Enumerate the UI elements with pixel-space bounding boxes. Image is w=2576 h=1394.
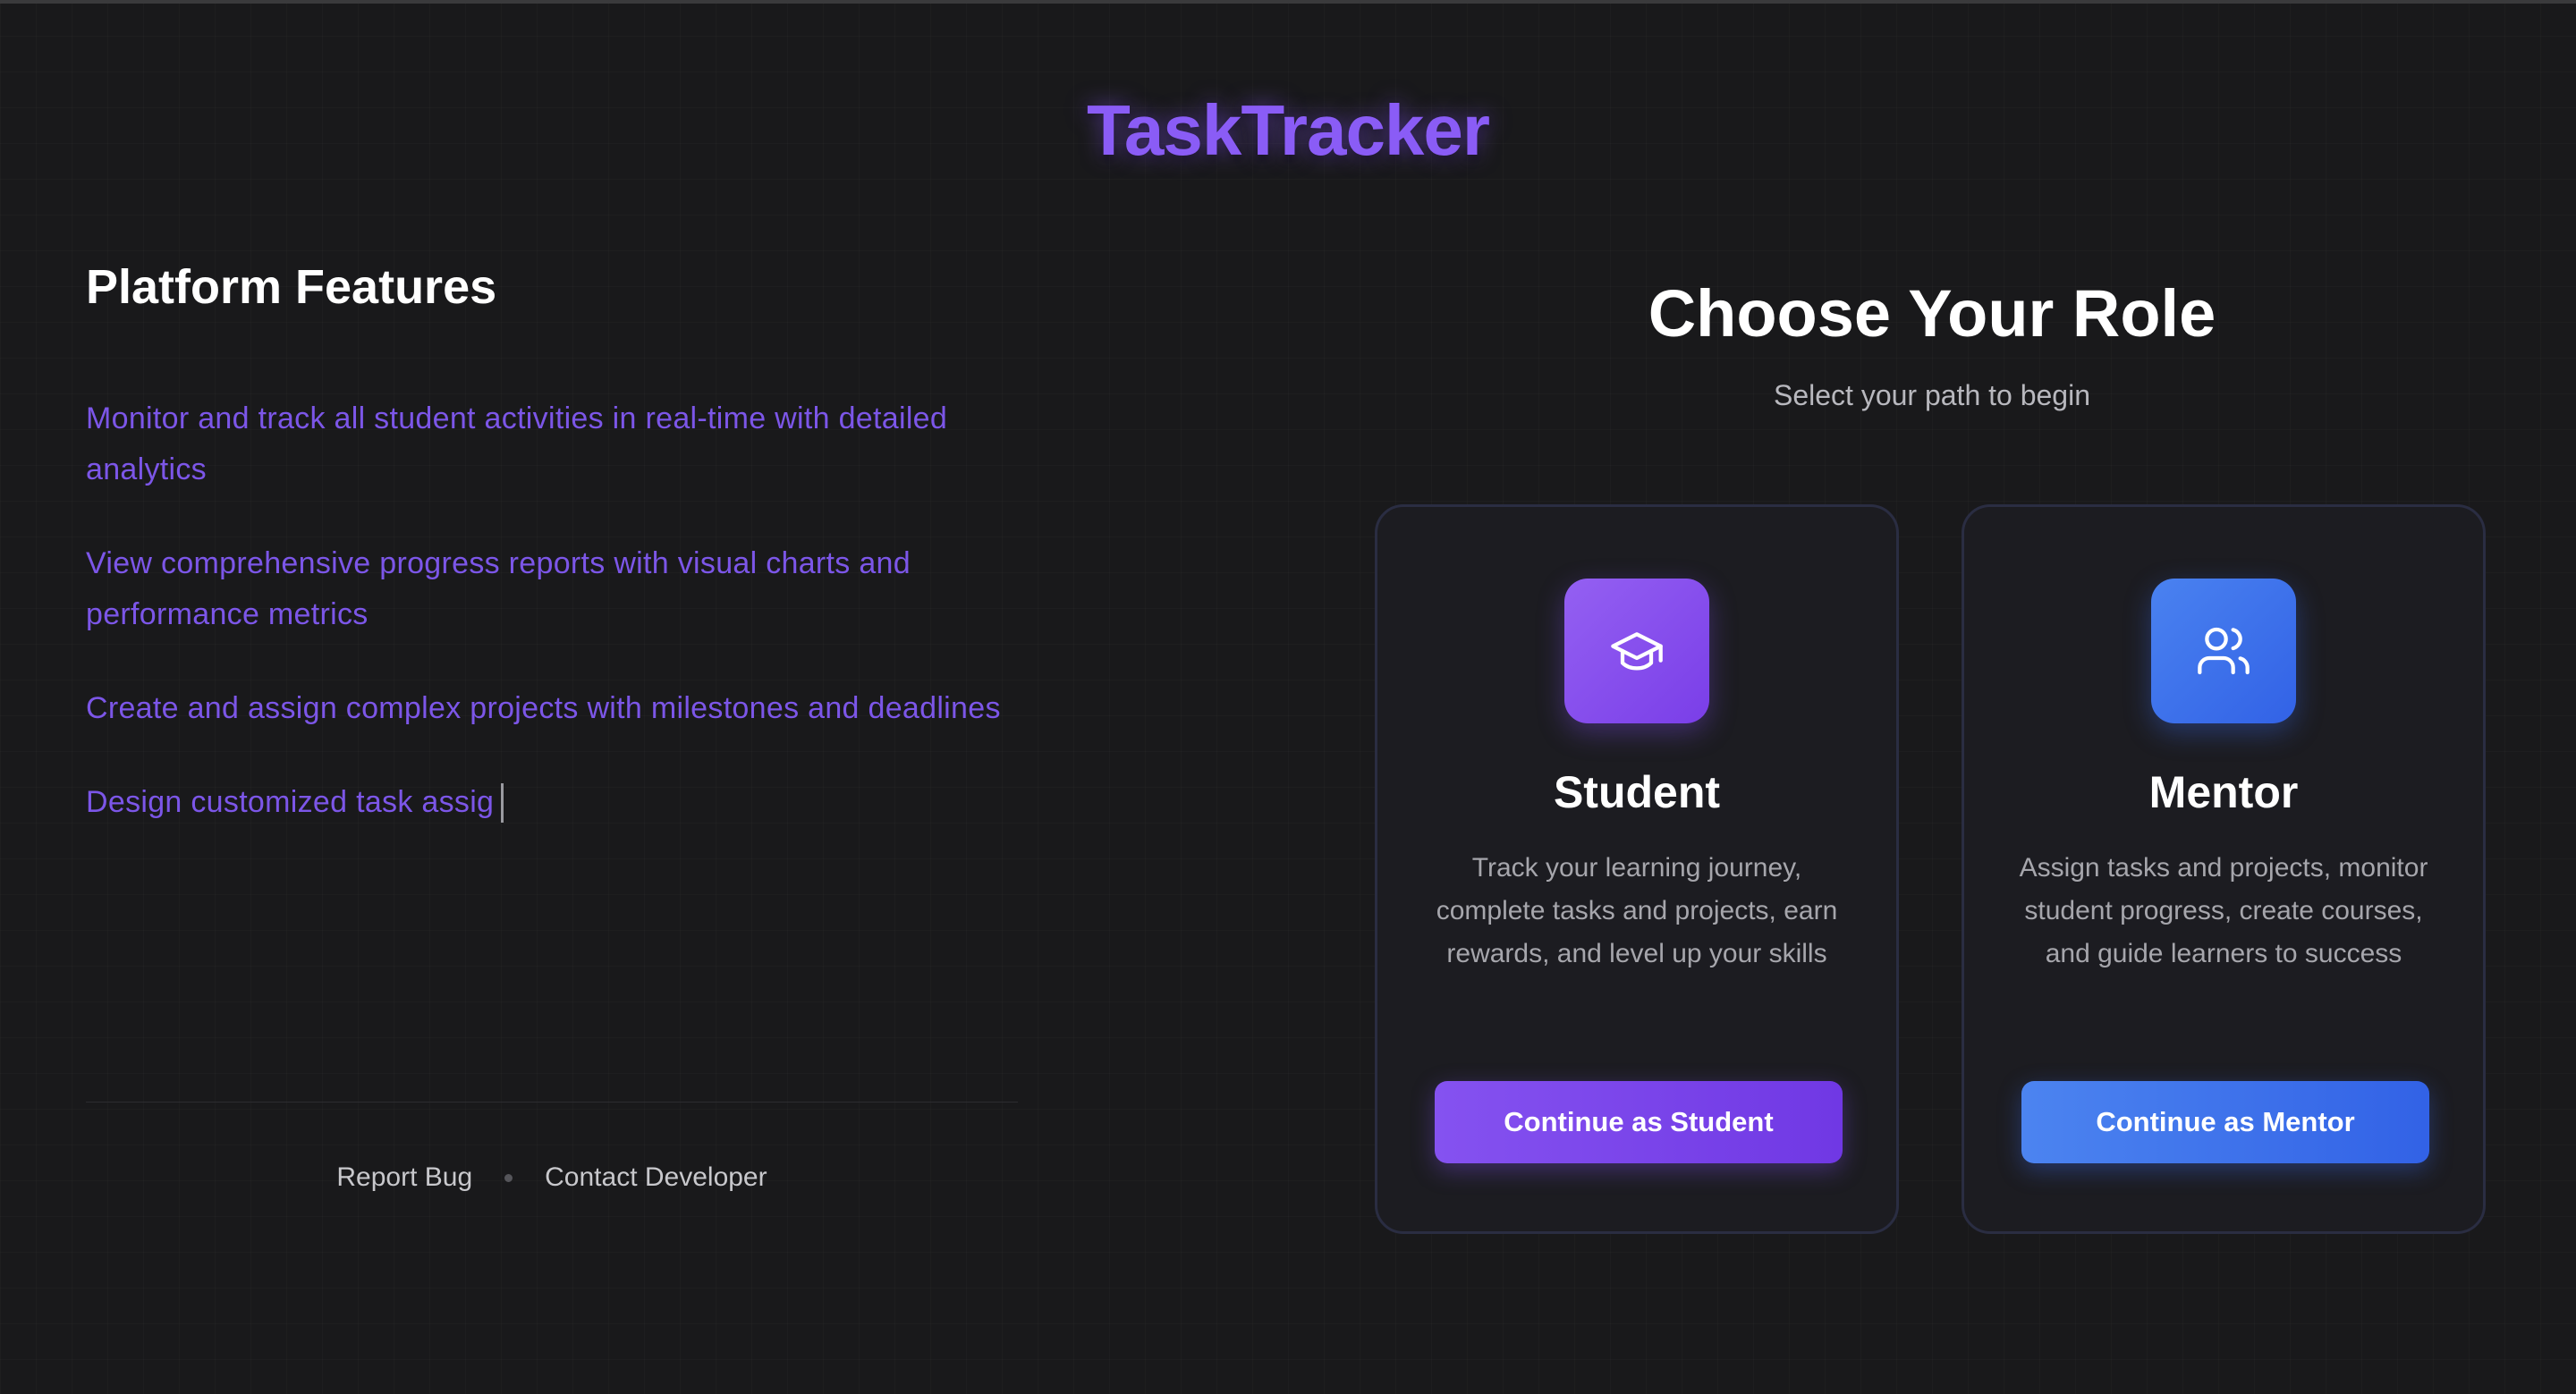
mentor-card-title: Mentor: [2148, 767, 2299, 817]
student-role-card[interactable]: Student Track your learning journey, com…: [1375, 504, 1899, 1234]
footer-divider: [86, 1102, 1018, 1103]
continue-as-mentor-button[interactable]: Continue as Mentor: [2021, 1081, 2429, 1163]
footer-separator-dot: [504, 1173, 513, 1182]
platform-features: Platform Features Monitor and track all …: [86, 259, 1016, 871]
users-icon: [2151, 579, 2296, 723]
feature-item-typing: Design customized task assig: [86, 777, 1016, 828]
feature-item: View comprehensive progress reports with…: [86, 546, 911, 631]
feature-item-text: Design customized task assig: [86, 785, 495, 819]
student-card-title: Student: [1553, 767, 1721, 817]
mentor-card-description: Assign tasks and projects, monitor stude…: [2019, 853, 2428, 968]
report-bug-link[interactable]: Report Bug: [336, 1162, 472, 1193]
student-card-description: Track your learning journey, complete ta…: [1436, 853, 1838, 968]
mentor-role-card[interactable]: Mentor Assign tasks and projects, monito…: [1962, 504, 2486, 1234]
feature-item: Monitor and track all student activities…: [86, 401, 948, 486]
role-subtitle: Select your path to begin: [1773, 379, 2090, 411]
feature-item: Create and assign complex projects with …: [86, 691, 1001, 725]
features-title: Platform Features: [86, 260, 497, 314]
feature-list: Monitor and track all student activities…: [86, 393, 1016, 828]
role-header: Choose Your Role Select your path to beg…: [1374, 274, 2490, 412]
contact-developer-link[interactable]: Contact Developer: [545, 1162, 767, 1193]
continue-as-student-button[interactable]: Continue as Student: [1435, 1081, 1843, 1163]
footer-links: Report Bug Contact Developer: [86, 1162, 1018, 1193]
role-title: Choose Your Role: [1648, 276, 2216, 351]
window-top-border: [0, 0, 2576, 4]
graduation-cap-icon: [1564, 579, 1709, 723]
typing-caret: [501, 782, 504, 823]
app-logo: TaskTracker: [1086, 90, 1490, 170]
